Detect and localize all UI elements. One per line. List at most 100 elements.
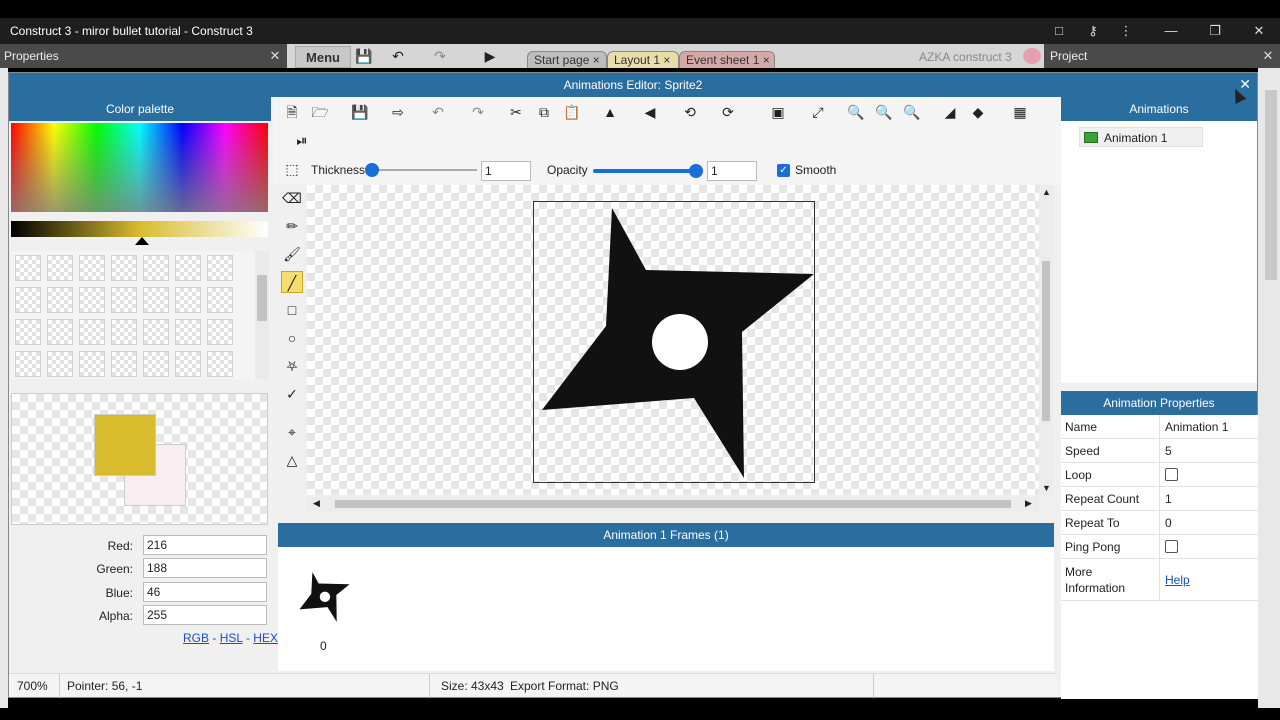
swatch[interactable] bbox=[111, 351, 137, 377]
swatch[interactable] bbox=[79, 255, 105, 281]
brightness-slider-handle-icon[interactable] bbox=[135, 237, 149, 245]
eraser-icon[interactable]: ⌫ bbox=[281, 187, 303, 209]
project-scrollbar[interactable] bbox=[1265, 90, 1277, 280]
swatch[interactable] bbox=[207, 287, 233, 313]
swatch-scrollbar-thumb[interactable] bbox=[257, 275, 267, 321]
key-icon[interactable]: ⚷ bbox=[1084, 22, 1102, 40]
open-folder-icon[interactable]: 🗁 bbox=[309, 101, 331, 123]
save-icon[interactable]: 💾 bbox=[353, 45, 375, 67]
layers-icon[interactable]: ◆ bbox=[967, 101, 989, 123]
property-speed-value[interactable]: 5 bbox=[1165, 444, 1172, 458]
tab-event-sheet-1[interactable]: Event sheet 1 × bbox=[679, 51, 775, 68]
thickness-slider[interactable] bbox=[365, 163, 477, 177]
resize-icon[interactable]: ⤢ bbox=[807, 101, 829, 123]
close-project-icon[interactable]: ✕ bbox=[1260, 44, 1276, 68]
drawing-canvas[interactable] bbox=[307, 185, 1039, 495]
ping-pong-checkbox[interactable] bbox=[1165, 540, 1178, 553]
grid-icon[interactable]: ▦ bbox=[1009, 101, 1031, 123]
swatch[interactable] bbox=[47, 319, 73, 345]
undo-icon[interactable]: ↶ bbox=[427, 101, 449, 123]
opacity-slider[interactable] bbox=[593, 164, 703, 178]
export-icon[interactable]: ⇨ bbox=[387, 101, 409, 123]
save-icon[interactable]: 💾 bbox=[349, 101, 371, 123]
swatch-scrollbar[interactable] bbox=[255, 251, 269, 379]
swatch[interactable] bbox=[143, 351, 169, 377]
undo-icon[interactable]: ↶ bbox=[387, 45, 409, 67]
crop-icon[interactable]: ▣ bbox=[767, 101, 789, 123]
swatch[interactable] bbox=[111, 255, 137, 281]
new-file-icon[interactable]: 🗎 bbox=[281, 101, 303, 123]
hue-saturation-picker[interactable] bbox=[11, 123, 268, 212]
scroll-up-icon[interactable]: ▲ bbox=[1042, 187, 1051, 197]
canvas-vscroll-track[interactable]: ▲ ▼ bbox=[1039, 185, 1053, 495]
swatch[interactable] bbox=[79, 351, 105, 377]
line-tool-icon[interactable]: ╱ bbox=[281, 271, 303, 293]
color-picker-icon[interactable]: ✓ bbox=[281, 383, 303, 405]
opacity-field[interactable]: 1 bbox=[707, 161, 757, 181]
tab-layout-1[interactable]: Layout 1 × bbox=[607, 51, 679, 68]
loop-checkbox[interactable] bbox=[1165, 468, 1178, 481]
swatch[interactable] bbox=[175, 287, 201, 313]
swatch[interactable] bbox=[207, 319, 233, 345]
animation-list-item[interactable]: Animation 1 bbox=[1079, 127, 1203, 147]
help-link[interactable]: Help bbox=[1165, 573, 1190, 587]
sprite-frame-canvas[interactable] bbox=[533, 201, 815, 483]
zoom-reset-icon[interactable]: 🔍 bbox=[901, 101, 923, 123]
close-tab-icon[interactable]: × bbox=[593, 53, 600, 67]
minimize-icon[interactable]: — bbox=[1162, 22, 1180, 40]
scroll-right-icon[interactable]: ▶ bbox=[1025, 498, 1032, 509]
scroll-left-icon[interactable]: ◀ bbox=[313, 498, 320, 509]
canvas-vscroll-thumb[interactable] bbox=[1042, 261, 1050, 421]
cut-icon[interactable]: ✂ bbox=[505, 101, 527, 123]
swatch[interactable] bbox=[15, 287, 41, 313]
swatch[interactable] bbox=[15, 255, 41, 281]
canvas-hscroll-track[interactable]: ◀ ▶ bbox=[307, 497, 1039, 511]
swatch[interactable] bbox=[47, 351, 73, 377]
swatch[interactable] bbox=[79, 287, 105, 313]
brightness-slider[interactable] bbox=[11, 221, 268, 237]
user-avatar[interactable] bbox=[1023, 48, 1041, 64]
swatch[interactable] bbox=[79, 319, 105, 345]
close-properties-icon[interactable]: ✕ bbox=[267, 44, 283, 68]
swatch[interactable] bbox=[47, 255, 73, 281]
swatch[interactable] bbox=[143, 319, 169, 345]
property-repeat-to-value[interactable]: 0 bbox=[1165, 516, 1172, 530]
image-points-icon[interactable]: ◢ bbox=[939, 101, 961, 123]
smooth-checkbox[interactable]: ✓ bbox=[777, 164, 790, 177]
property-name-value[interactable]: Animation 1 bbox=[1165, 420, 1228, 434]
swatch[interactable] bbox=[207, 351, 233, 377]
brush-icon[interactable]: 🖌 bbox=[281, 243, 303, 265]
origin-point-icon[interactable]: ⌖ bbox=[281, 421, 303, 443]
preview-animation-icon[interactable]: ⏯ bbox=[291, 129, 313, 151]
close-tab-icon[interactable]: × bbox=[663, 53, 670, 67]
hsl-link[interactable]: HSL bbox=[220, 631, 243, 645]
zoom-out-icon[interactable]: 🔍 bbox=[873, 101, 895, 123]
blue-field[interactable]: 46 bbox=[143, 582, 267, 602]
swatch[interactable] bbox=[175, 319, 201, 345]
pencil-icon[interactable]: ✏ bbox=[281, 215, 303, 237]
swatch[interactable] bbox=[47, 287, 73, 313]
close-window-icon[interactable]: ✕ bbox=[1250, 22, 1268, 40]
rgb-link[interactable]: RGB bbox=[183, 631, 209, 645]
collision-polygon-icon[interactable]: △ bbox=[281, 449, 303, 471]
swatch[interactable] bbox=[111, 319, 137, 345]
red-field[interactable]: 216 bbox=[143, 535, 267, 555]
swatch[interactable] bbox=[111, 287, 137, 313]
swatch[interactable] bbox=[207, 255, 233, 281]
select-icon[interactable]: ⬚ bbox=[281, 158, 303, 180]
redo-icon[interactable]: ↷ bbox=[467, 101, 489, 123]
opacity-slider-handle[interactable] bbox=[689, 164, 703, 178]
canvas-hscroll-thumb[interactable] bbox=[335, 500, 1011, 508]
clipboard-icon[interactable]: □ bbox=[1050, 22, 1068, 40]
alpha-field[interactable]: 255 bbox=[143, 605, 267, 625]
scroll-down-icon[interactable]: ▼ bbox=[1042, 483, 1051, 493]
swatch[interactable] bbox=[175, 255, 201, 281]
fill-bucket-icon[interactable]: ⛧ bbox=[281, 355, 303, 377]
frame-thumbnail[interactable] bbox=[298, 571, 350, 623]
thickness-field[interactable]: 1 bbox=[481, 161, 531, 181]
close-tab-icon[interactable]: × bbox=[763, 53, 770, 67]
thickness-slider-handle[interactable] bbox=[365, 163, 379, 177]
property-repeat-count-value[interactable]: 1 bbox=[1165, 492, 1172, 506]
green-field[interactable]: 188 bbox=[143, 558, 267, 578]
rotate-clockwise-icon[interactable]: ⟳ bbox=[717, 101, 739, 123]
